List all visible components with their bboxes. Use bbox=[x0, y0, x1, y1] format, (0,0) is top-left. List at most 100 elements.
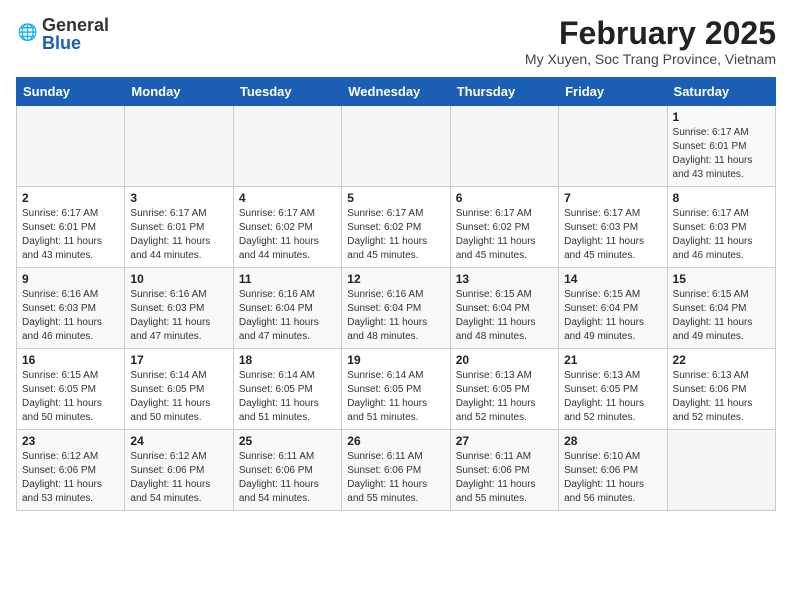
calendar-cell: 11 Sunrise: 6:16 AM Sunset: 6:04 PM Dayli… bbox=[233, 268, 341, 349]
day-info: Sunrise: 6:14 AM Sunset: 6:05 PM Dayligh… bbox=[130, 369, 227, 425]
logo-icon: 🌐 bbox=[16, 23, 38, 45]
day-info: Sunrise: 6:14 AM Sunset: 6:05 PM Dayligh… bbox=[347, 369, 444, 425]
logo-general-text: General bbox=[42, 16, 109, 34]
day-number: 23 bbox=[22, 434, 119, 448]
day-number: 22 bbox=[673, 353, 770, 367]
day-info: Sunrise: 6:11 AM Sunset: 6:06 PM Dayligh… bbox=[456, 450, 553, 506]
calendar-cell: 17 Sunrise: 6:14 AM Sunset: 6:05 PM Dayli… bbox=[125, 349, 233, 430]
title-block: February 2025 My Xuyen, Soc Trang Provin… bbox=[525, 16, 776, 67]
weekday-header-monday: Monday bbox=[125, 78, 233, 106]
day-info: Sunrise: 6:17 AM Sunset: 6:01 PM Dayligh… bbox=[22, 207, 119, 263]
day-number: 11 bbox=[239, 272, 336, 286]
day-number: 20 bbox=[456, 353, 553, 367]
day-number: 1 bbox=[673, 110, 770, 124]
day-number: 18 bbox=[239, 353, 336, 367]
calendar-week-row: 9 Sunrise: 6:16 AM Sunset: 6:03 PM Daylig… bbox=[17, 268, 776, 349]
calendar-cell bbox=[17, 106, 125, 187]
day-number: 3 bbox=[130, 191, 227, 205]
calendar-cell bbox=[342, 106, 450, 187]
calendar-cell: 3 Sunrise: 6:17 AM Sunset: 6:01 PM Daylig… bbox=[125, 187, 233, 268]
calendar-cell: 13 Sunrise: 6:15 AM Sunset: 6:04 PM Dayli… bbox=[450, 268, 558, 349]
day-info: Sunrise: 6:15 AM Sunset: 6:04 PM Dayligh… bbox=[564, 288, 661, 344]
calendar-cell: 26 Sunrise: 6:11 AM Sunset: 6:06 PM Dayli… bbox=[342, 430, 450, 511]
day-number: 6 bbox=[456, 191, 553, 205]
calendar-cell: 10 Sunrise: 6:16 AM Sunset: 6:03 PM Dayli… bbox=[125, 268, 233, 349]
calendar-cell bbox=[667, 430, 775, 511]
day-info: Sunrise: 6:16 AM Sunset: 6:03 PM Dayligh… bbox=[130, 288, 227, 344]
location-title: My Xuyen, Soc Trang Province, Vietnam bbox=[525, 51, 776, 67]
calendar-cell: 7Sunrise: 6:17 AM Sunset: 6:03 PM Daylig… bbox=[559, 187, 667, 268]
day-number: 16 bbox=[22, 353, 119, 367]
day-number: 24 bbox=[130, 434, 227, 448]
day-number: 4 bbox=[239, 191, 336, 205]
calendar-cell: 4 Sunrise: 6:17 AM Sunset: 6:02 PM Daylig… bbox=[233, 187, 341, 268]
day-number: 13 bbox=[456, 272, 553, 286]
calendar-week-row: 23 Sunrise: 6:12 AM Sunset: 6:06 PM Dayli… bbox=[17, 430, 776, 511]
day-number: 28 bbox=[564, 434, 661, 448]
calendar-week-row: 2 Sunrise: 6:17 AM Sunset: 6:01 PM Daylig… bbox=[17, 187, 776, 268]
day-info: Sunrise: 6:15 AM Sunset: 6:04 PM Dayligh… bbox=[456, 288, 553, 344]
day-number: 19 bbox=[347, 353, 444, 367]
day-info: Sunrise: 6:17 AM Sunset: 6:03 PM Dayligh… bbox=[673, 207, 770, 263]
day-info: Sunrise: 6:12 AM Sunset: 6:06 PM Dayligh… bbox=[22, 450, 119, 506]
calendar-cell: 2 Sunrise: 6:17 AM Sunset: 6:01 PM Daylig… bbox=[17, 187, 125, 268]
day-info: Sunrise: 6:12 AM Sunset: 6:06 PM Dayligh… bbox=[130, 450, 227, 506]
weekday-header-thursday: Thursday bbox=[450, 78, 558, 106]
day-number: 25 bbox=[239, 434, 336, 448]
day-number: 2 bbox=[22, 191, 119, 205]
calendar-cell bbox=[450, 106, 558, 187]
calendar-cell: 27 Sunrise: 6:11 AM Sunset: 6:06 PM Dayli… bbox=[450, 430, 558, 511]
day-info: Sunrise: 6:17 AM Sunset: 6:02 PM Dayligh… bbox=[456, 207, 553, 263]
day-info: Sunrise: 6:13 AM Sunset: 6:05 PM Dayligh… bbox=[456, 369, 553, 425]
day-info: Sunrise: 6:14 AM Sunset: 6:05 PM Dayligh… bbox=[239, 369, 336, 425]
day-number: 21 bbox=[564, 353, 661, 367]
calendar-table: SundayMondayTuesdayWednesdayThursdayFrid… bbox=[16, 77, 776, 511]
calendar-cell: 8 Sunrise: 6:17 AM Sunset: 6:03 PM Daylig… bbox=[667, 187, 775, 268]
day-number: 17 bbox=[130, 353, 227, 367]
calendar-cell: 15Sunrise: 6:15 AM Sunset: 6:04 PM Dayli… bbox=[667, 268, 775, 349]
day-number: 14 bbox=[564, 272, 661, 286]
day-number: 9 bbox=[22, 272, 119, 286]
day-number: 26 bbox=[347, 434, 444, 448]
calendar-cell: 1 Sunrise: 6:17 AM Sunset: 6:01 PM Daylig… bbox=[667, 106, 775, 187]
day-info: Sunrise: 6:16 AM Sunset: 6:04 PM Dayligh… bbox=[239, 288, 336, 344]
day-info: Sunrise: 6:13 AM Sunset: 6:06 PM Dayligh… bbox=[673, 369, 770, 425]
calendar-cell bbox=[233, 106, 341, 187]
day-info: Sunrise: 6:17 AM Sunset: 6:02 PM Dayligh… bbox=[239, 207, 336, 263]
day-info: Sunrise: 6:15 AM Sunset: 6:05 PM Dayligh… bbox=[22, 369, 119, 425]
day-number: 7 bbox=[564, 191, 661, 205]
calendar-cell: 19 Sunrise: 6:14 AM Sunset: 6:05 PM Dayli… bbox=[342, 349, 450, 430]
day-number: 27 bbox=[456, 434, 553, 448]
weekday-header-sunday: Sunday bbox=[17, 78, 125, 106]
day-info: Sunrise: 6:16 AM Sunset: 6:04 PM Dayligh… bbox=[347, 288, 444, 344]
calendar-week-row: 1 Sunrise: 6:17 AM Sunset: 6:01 PM Daylig… bbox=[17, 106, 776, 187]
calendar-cell: 24 Sunrise: 6:12 AM Sunset: 6:06 PM Dayli… bbox=[125, 430, 233, 511]
calendar-week-row: 16 Sunrise: 6:15 AM Sunset: 6:05 PM Dayli… bbox=[17, 349, 776, 430]
day-number: 10 bbox=[130, 272, 227, 286]
day-info: Sunrise: 6:13 AM Sunset: 6:05 PM Dayligh… bbox=[564, 369, 661, 425]
calendar-cell bbox=[125, 106, 233, 187]
logo: 🌐 General Blue bbox=[16, 16, 109, 52]
day-info: Sunrise: 6:15 AM Sunset: 6:04 PM Dayligh… bbox=[673, 288, 770, 344]
weekday-header-wednesday: Wednesday bbox=[342, 78, 450, 106]
day-info: Sunrise: 6:17 AM Sunset: 6:01 PM Dayligh… bbox=[130, 207, 227, 263]
day-number: 12 bbox=[347, 272, 444, 286]
calendar-cell: 14 Sunrise: 6:15 AM Sunset: 6:04 PM Dayli… bbox=[559, 268, 667, 349]
calendar-cell: 21 Sunrise: 6:13 AM Sunset: 6:05 PM Dayli… bbox=[559, 349, 667, 430]
calendar-cell: 5 Sunrise: 6:17 AM Sunset: 6:02 PM Daylig… bbox=[342, 187, 450, 268]
weekday-header-row: SundayMondayTuesdayWednesdayThursdayFrid… bbox=[17, 78, 776, 106]
day-number: 8 bbox=[673, 191, 770, 205]
logo-blue-text: Blue bbox=[42, 34, 109, 52]
weekday-header-tuesday: Tuesday bbox=[233, 78, 341, 106]
calendar-cell: 18 Sunrise: 6:14 AM Sunset: 6:05 PM Dayli… bbox=[233, 349, 341, 430]
calendar-cell bbox=[559, 106, 667, 187]
calendar-cell: 16 Sunrise: 6:15 AM Sunset: 6:05 PM Dayli… bbox=[17, 349, 125, 430]
day-info: Sunrise: 6:11 AM Sunset: 6:06 PM Dayligh… bbox=[239, 450, 336, 506]
day-info: Sunrise: 6:17 AM Sunset: 6:01 PM Dayligh… bbox=[673, 126, 770, 182]
day-info: Sunrise: 6:11 AM Sunset: 6:06 PM Dayligh… bbox=[347, 450, 444, 506]
day-number: 5 bbox=[347, 191, 444, 205]
day-info: Sunrise: 6:17 AM Sunset: 6:02 PM Dayligh… bbox=[347, 207, 444, 263]
weekday-header-saturday: Saturday bbox=[667, 78, 775, 106]
calendar-cell: 20 Sunrise: 6:13 AM Sunset: 6:05 PM Dayli… bbox=[450, 349, 558, 430]
calendar-cell: 9Sunrise: 6:16 AM Sunset: 6:03 PM Daylig… bbox=[17, 268, 125, 349]
